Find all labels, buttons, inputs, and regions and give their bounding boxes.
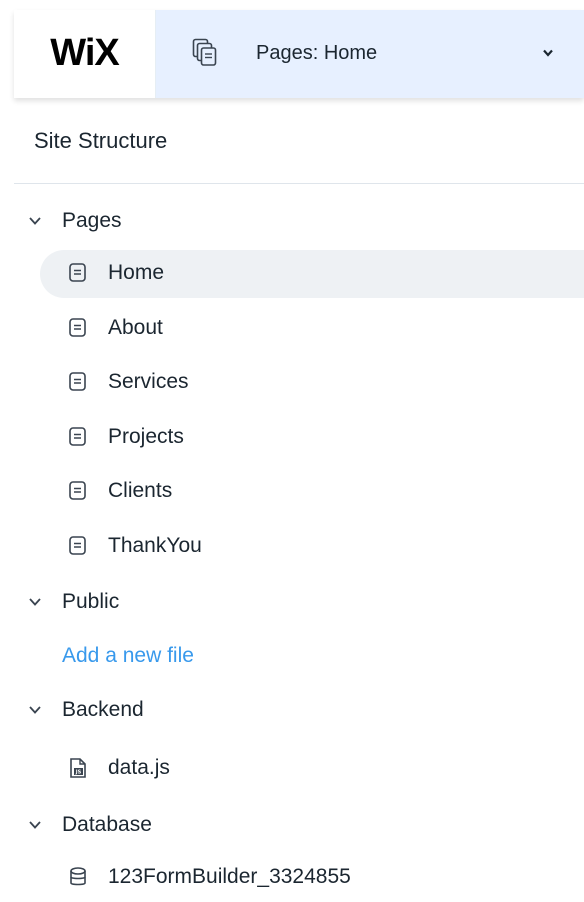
caret-down-icon[interactable] xyxy=(28,820,42,830)
group-backend[interactable]: Backend xyxy=(0,691,584,731)
page-icon xyxy=(69,263,86,282)
page-item-label: Clients xyxy=(108,479,173,502)
database-item-label: 123FormBuilder_3324855 xyxy=(108,865,351,888)
caret-down-icon[interactable] xyxy=(28,216,42,226)
group-backend-label: Backend xyxy=(62,698,144,721)
page-item-clients[interactable]: Clients xyxy=(40,468,584,516)
svg-text:JS: JS xyxy=(75,770,82,776)
wix-logo: WiX xyxy=(50,31,119,74)
page-item-label: Services xyxy=(108,370,189,393)
page-icon xyxy=(69,318,86,337)
backend-item-label: data.js xyxy=(108,756,170,779)
page-item-services[interactable]: Services xyxy=(40,359,584,407)
section-divider xyxy=(14,183,584,184)
page-item-projects[interactable]: Projects xyxy=(40,414,584,462)
caret-down-icon[interactable] xyxy=(28,597,42,607)
site-structure-title: Site Structure xyxy=(34,128,168,153)
add-new-file-link[interactable]: Add a new file xyxy=(62,644,194,668)
top-bar: WiX Pages: Home xyxy=(14,10,584,98)
page-icon xyxy=(69,427,86,446)
page-icon xyxy=(69,372,86,391)
page-item-label: About xyxy=(108,316,163,339)
pages-stack-icon xyxy=(192,38,217,66)
page-selector-label: Pages: Home xyxy=(256,42,378,64)
logo-container: WiX xyxy=(14,10,156,98)
page-item-about[interactable]: About xyxy=(40,305,584,353)
group-database-label: Database xyxy=(62,813,152,836)
chevron-down-icon[interactable] xyxy=(542,48,554,58)
js-file-icon: JS xyxy=(70,758,86,778)
caret-down-icon[interactable] xyxy=(28,705,42,715)
group-pages-label: Pages xyxy=(62,209,122,232)
page-selector-dropdown[interactable]: Pages: Home xyxy=(156,10,584,98)
group-public[interactable]: Public xyxy=(0,583,584,623)
page-icon xyxy=(69,536,86,555)
backend-item-data-js[interactable]: JS data.js xyxy=(40,745,584,793)
group-pages[interactable]: Pages xyxy=(0,202,584,242)
page-item-home[interactable]: Home xyxy=(40,250,584,298)
database-icon xyxy=(70,867,86,886)
page-icon xyxy=(69,481,86,500)
page-item-thankyou[interactable]: ThankYou xyxy=(40,523,584,571)
group-database[interactable]: Database xyxy=(0,806,584,846)
page-item-label: Projects xyxy=(108,425,184,448)
page-item-label: Home xyxy=(108,261,165,284)
page-item-label: ThankYou xyxy=(108,534,202,557)
group-public-label: Public xyxy=(62,590,120,613)
database-item-collection[interactable]: 123FormBuilder_3324855 xyxy=(40,854,584,902)
